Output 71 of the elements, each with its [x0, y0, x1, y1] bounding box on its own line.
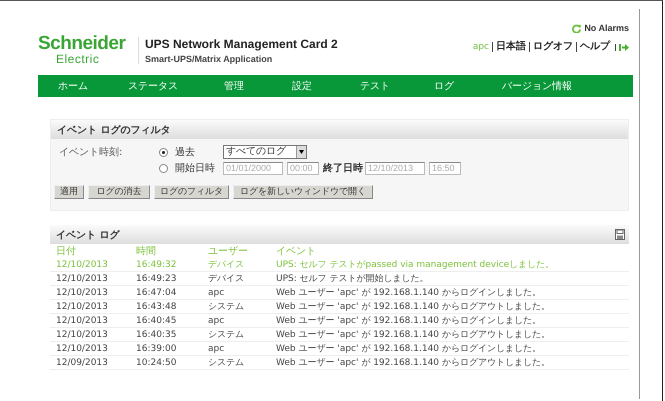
table-cell: Web ユーザー 'apc' が 192.168.1.140 からログアウトしました。 [276, 300, 629, 314]
table-cell: 16:49:23 [136, 272, 208, 286]
filter-button[interactable]: 適用 [54, 185, 84, 199]
radio-button[interactable] [159, 148, 168, 156]
table-cell: 16:43:48 [136, 300, 208, 314]
table-cell: 16:40:35 [136, 328, 208, 342]
column-header: 時間 [136, 244, 208, 258]
table-cell: apc [208, 286, 276, 300]
end-date-field[interactable]: 12/10/2013 [365, 162, 425, 174]
table-cell: UPS: セルフ テストがpassed via management deviceしました。 [276, 258, 629, 272]
column-header: ユーザー [208, 245, 249, 258]
nav-item[interactable]: バージョン情報 [502, 79, 572, 93]
panel-title: イベント ログのフィルタ [57, 124, 170, 136]
table-cell: Web ユーザー 'apc' が 192.168.1.140 からログアウトしました。 [276, 356, 629, 370]
radio-button[interactable] [159, 164, 168, 172]
nav-item[interactable]: 管理 [224, 79, 292, 93]
end-time-field[interactable]: 16:50 [429, 162, 461, 174]
table-cell: システム [208, 328, 276, 342]
radio-label: 過去 [175, 146, 196, 159]
table-cell: 12/09/2013 [50, 356, 136, 370]
header-link[interactable]: ログオフ [529, 42, 573, 52]
nav-item[interactable]: 設定 [292, 79, 360, 93]
header-link[interactable]: 日本語 [492, 42, 526, 52]
table-cell: UPS: セルフ テストが開始しました。 [276, 272, 629, 286]
field-label: 終了日時 [323, 162, 363, 175]
table-cell: システム [208, 300, 276, 314]
nav-item[interactable]: ホーム [58, 79, 128, 93]
table-cell: デバイス [208, 258, 276, 272]
table-cell: Web ユーザー 'apc' が 192.168.1.140 からログインしました。 [276, 286, 629, 300]
log-range-select[interactable]: すべてのログ [223, 145, 307, 159]
table-cell: apc [208, 342, 276, 356]
nav-item[interactable]: ステータス [128, 79, 224, 93]
alarm-status: No Alarms [584, 23, 629, 33]
product-title: UPS Network Management Card 2 [145, 37, 338, 51]
filter-button[interactable]: ログの消去 [88, 185, 150, 199]
dropdown-arrow-icon [299, 150, 304, 154]
column-header: イベント [276, 245, 317, 258]
panel-title: イベント ログ [56, 228, 120, 242]
start-time-field[interactable]: 00:00 [287, 162, 319, 174]
column-header: 日付 [55, 245, 77, 258]
table-cell: 16:49:32 [136, 258, 208, 272]
table-cell: デバイス [208, 272, 276, 286]
table-cell: Web ユーザー 'apc' が 192.168.1.140 からログインしました。 [276, 314, 629, 328]
table-cell: 10:24:50 [136, 356, 208, 370]
table-cell: 12/10/2013 [50, 328, 136, 342]
table-cell: 12/10/2013 [50, 314, 136, 328]
table-cell: 16:39:00 [136, 342, 208, 356]
table-cell: 16:40:45 [136, 314, 208, 328]
nav-item[interactable]: ログ [434, 79, 502, 93]
nav-item[interactable]: テスト [360, 79, 434, 93]
table-cell: apc [208, 314, 276, 328]
field-label: イベント時刻: [59, 146, 124, 160]
filter-button[interactable]: ログを新しいウィンドウで開く [233, 185, 373, 199]
user-name: apc [472, 42, 489, 52]
logout-arrow-icon[interactable] [615, 44, 629, 50]
table-cell: Web ユーザー 'apc' が 192.168.1.140 からログアウトしました。 [276, 328, 629, 342]
table-cell: Web ユーザー 'apc' が 192.168.1.140 からログインしました。 [276, 342, 629, 356]
product-subtitle: Smart-UPS/Matrix Application [145, 54, 274, 64]
table-cell: 12/10/2013 [50, 272, 136, 286]
table-cell: 16:47:04 [136, 286, 208, 300]
table-cell: 12/10/2013 [50, 258, 136, 272]
refresh-icon [572, 24, 582, 32]
logo: Schneider Electric [38, 35, 126, 65]
radio-label: 開始日時 [175, 162, 216, 175]
start-date-field[interactable]: 01/01/2000 [223, 162, 283, 174]
table-cell: 12/10/2013 [50, 342, 136, 356]
filter-button[interactable]: ログのフィルタ [154, 185, 229, 199]
table-cell: システム [208, 356, 276, 370]
table-cell: 12/10/2013 [50, 286, 136, 300]
table-cell: 12/10/2013 [50, 300, 136, 314]
header-link[interactable]: ヘルプ [576, 42, 610, 52]
